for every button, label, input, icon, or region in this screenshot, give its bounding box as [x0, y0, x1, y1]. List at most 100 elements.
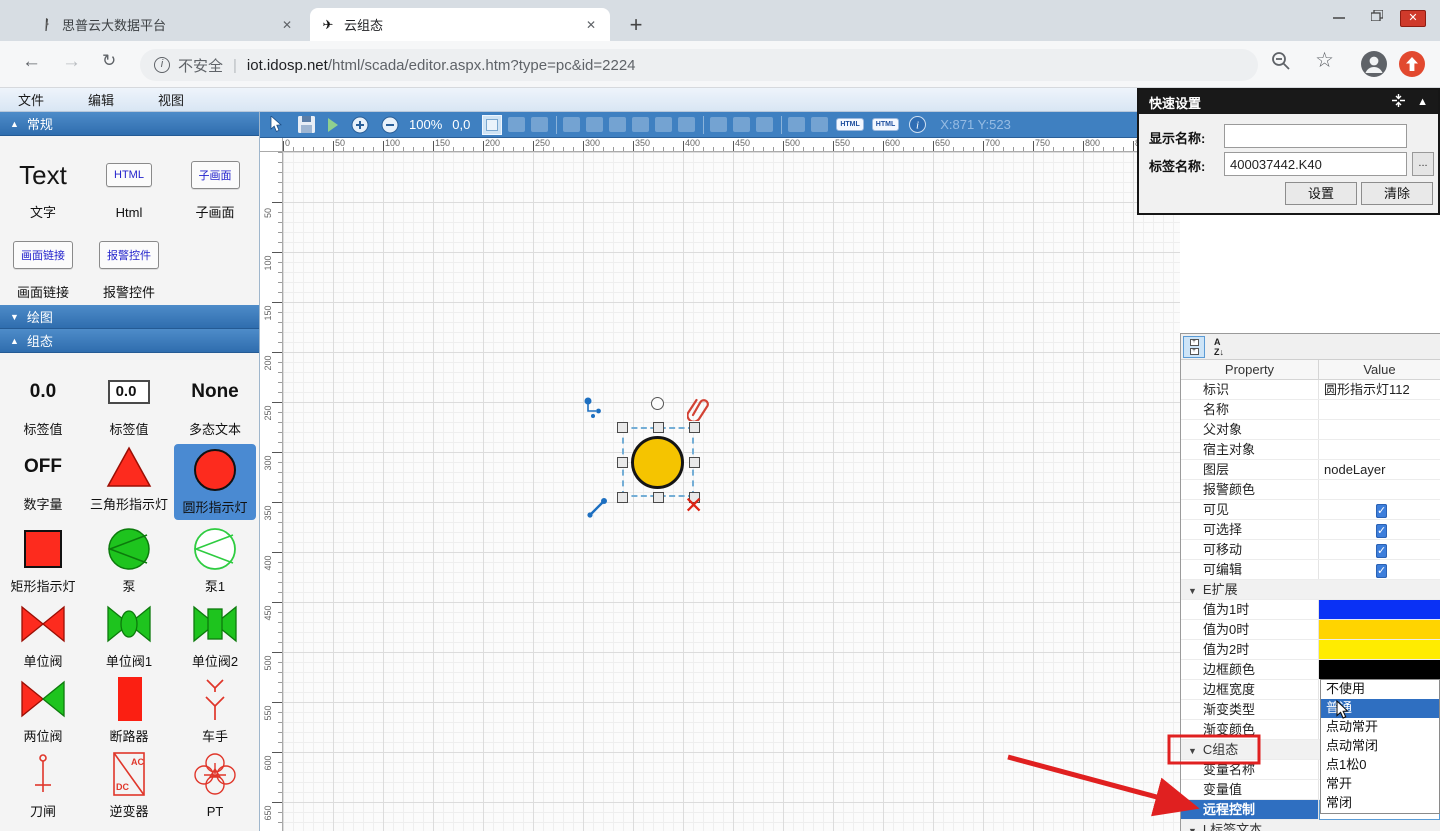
quick-settings-header[interactable]: 快速设置 ▲: [1139, 90, 1438, 114]
dropdown-option-5[interactable]: 常开: [1321, 775, 1439, 794]
back-icon[interactable]: ←: [22, 51, 41, 73]
property-row-9[interactable]: 可编辑✓: [1181, 560, 1440, 580]
scada-item-2[interactable]: None多态文本: [174, 369, 256, 438]
resize-handle[interactable]: [689, 422, 700, 433]
categorized-view-icon[interactable]: ++: [1183, 336, 1205, 358]
property-row-6[interactable]: 可见✓: [1181, 500, 1440, 520]
collapse-panel-icon[interactable]: ▲: [1417, 96, 1428, 108]
bookmark-star-icon[interactable]: ☆: [1315, 48, 1334, 73]
dock-icon[interactable]: [1392, 94, 1405, 110]
checkbox-checked[interactable]: ✓: [1376, 544, 1387, 558]
menu-item-2[interactable]: 视图: [158, 90, 184, 109]
checkbox-checked[interactable]: ✓: [1376, 564, 1387, 578]
property-row-12[interactable]: 值为0时: [1181, 620, 1440, 640]
zoom-out-page-icon[interactable]: [1270, 50, 1292, 77]
property-row-0[interactable]: 标识圆形指示灯112: [1181, 380, 1440, 400]
circle-indicator-object[interactable]: [631, 436, 684, 489]
tab-1[interactable]: 思普云大数据平台 ✕: [28, 8, 306, 41]
dropdown-option-6[interactable]: 常闭: [1321, 794, 1439, 813]
html-preview-button[interactable]: HTML: [872, 118, 899, 131]
tab-close-icon[interactable]: ✕: [278, 16, 296, 34]
scada-item-9[interactable]: 单位阀: [2, 601, 84, 670]
grid-toggle-button[interactable]: [482, 115, 502, 135]
checkbox-checked[interactable]: ✓: [1376, 504, 1387, 518]
property-row-1[interactable]: 名称: [1181, 400, 1440, 420]
info-icon[interactable]: i: [909, 116, 926, 133]
general-item-4[interactable]: 报警控件报警控件: [88, 232, 170, 306]
display-name-input[interactable]: [1224, 124, 1407, 148]
scada-item-1[interactable]: 0.0标签值: [88, 369, 170, 438]
scada-item-15[interactable]: 刀闸: [2, 751, 84, 820]
general-item-0[interactable]: Text文字: [2, 152, 84, 226]
zoom-in-icon[interactable]: [351, 116, 369, 134]
tab-2[interactable]: ✈ 云组态 ✕: [310, 8, 610, 41]
tag-name-input[interactable]: [1224, 152, 1407, 176]
tab-close-icon[interactable]: ✕: [582, 16, 600, 34]
clear-button[interactable]: 清除: [1361, 182, 1433, 205]
property-section-10[interactable]: ▼E扩展: [1181, 580, 1440, 600]
general-item-2[interactable]: 子画面子画面: [174, 152, 256, 226]
resize-handle[interactable]: [653, 492, 664, 503]
dropdown-option-2[interactable]: 点动常开: [1321, 718, 1439, 737]
resize-handle[interactable]: [617, 422, 628, 433]
minimize-button[interactable]: [1320, 3, 1358, 27]
palette-section-drawing[interactable]: ▼绘图: [0, 305, 259, 329]
scada-item-11[interactable]: 单位阀2: [174, 601, 256, 670]
scada-item-5[interactable]: 圆形指示灯: [174, 444, 256, 520]
property-row-11[interactable]: 值为1时: [1181, 600, 1440, 620]
color-swatch[interactable]: [1319, 660, 1440, 679]
reload-icon[interactable]: ↻: [102, 51, 116, 71]
property-row-14[interactable]: 边框颜色: [1181, 660, 1440, 680]
dropdown-option-3[interactable]: 点动常闭: [1321, 737, 1439, 756]
dropdown-option-4[interactable]: 点1松0: [1321, 756, 1439, 775]
dropdown-option-0[interactable]: 不使用: [1321, 680, 1439, 699]
rotate-handle[interactable]: [651, 397, 664, 410]
checkbox-checked[interactable]: ✓: [1376, 524, 1387, 538]
scada-item-17[interactable]: PT: [174, 751, 256, 820]
forward-icon[interactable]: →: [62, 51, 81, 73]
zoom-out-icon[interactable]: [381, 116, 399, 134]
color-swatch[interactable]: [1319, 640, 1440, 659]
browse-tag-button[interactable]: ...: [1412, 152, 1434, 176]
scada-item-12[interactable]: 两位阀: [2, 676, 84, 745]
resize-handle[interactable]: [653, 422, 664, 433]
restore-button[interactable]: [1358, 3, 1396, 27]
page-info-icon[interactable]: i: [154, 57, 170, 73]
color-swatch[interactable]: [1319, 600, 1440, 619]
connector-tool-icon[interactable]: [583, 396, 607, 425]
select-cursor-icon[interactable]: [270, 116, 284, 133]
property-row-5[interactable]: 报警颜色: [1181, 480, 1440, 500]
html-export-button[interactable]: HTML: [836, 118, 863, 131]
delete-object-icon[interactable]: ✕: [684, 492, 703, 519]
property-row-2[interactable]: 父对象: [1181, 420, 1440, 440]
scada-item-16[interactable]: ACDC逆变器: [88, 751, 170, 820]
scada-item-3[interactable]: OFF数字量: [2, 444, 84, 520]
property-section-22[interactable]: ▼L标签文本: [1181, 820, 1440, 831]
save-icon[interactable]: [298, 116, 315, 133]
color-swatch[interactable]: [1319, 620, 1440, 639]
browser-update-icon[interactable]: [1398, 50, 1426, 83]
scada-item-13[interactable]: 断路器: [88, 676, 170, 745]
set-button[interactable]: 设置: [1285, 182, 1357, 205]
resize-handle[interactable]: [617, 457, 628, 468]
dropdown-option-1[interactable]: 普通: [1321, 699, 1439, 718]
new-tab-button[interactable]: +: [622, 12, 650, 38]
alphabetical-sort-icon[interactable]: AZ↓: [1208, 336, 1230, 358]
property-row-8[interactable]: 可移动✓: [1181, 540, 1440, 560]
property-row-7[interactable]: 可选择✓: [1181, 520, 1440, 540]
url-bar[interactable]: i 不安全 | iot.idosp.net/html/scada/editor.…: [140, 49, 1258, 81]
property-row-3[interactable]: 宿主对象: [1181, 440, 1440, 460]
general-item-3[interactable]: 画面链接画面链接: [2, 232, 84, 306]
resize-handle[interactable]: [617, 492, 628, 503]
design-canvas[interactable]: ✕: [283, 152, 1180, 831]
general-item-1[interactable]: HTMLHtml: [88, 152, 170, 226]
property-row-4[interactable]: 图层nodeLayer: [1181, 460, 1440, 480]
scada-item-14[interactable]: 车手: [174, 676, 256, 745]
connection-line-icon[interactable]: [585, 494, 611, 525]
scada-item-4[interactable]: 三角形指示灯: [88, 444, 170, 520]
menu-item-0[interactable]: 文件: [18, 90, 44, 109]
palette-section-scada[interactable]: ▲组态: [0, 329, 259, 353]
run-icon[interactable]: [327, 118, 339, 132]
close-button[interactable]: ✕: [1396, 3, 1434, 27]
resize-handle[interactable]: [689, 457, 700, 468]
